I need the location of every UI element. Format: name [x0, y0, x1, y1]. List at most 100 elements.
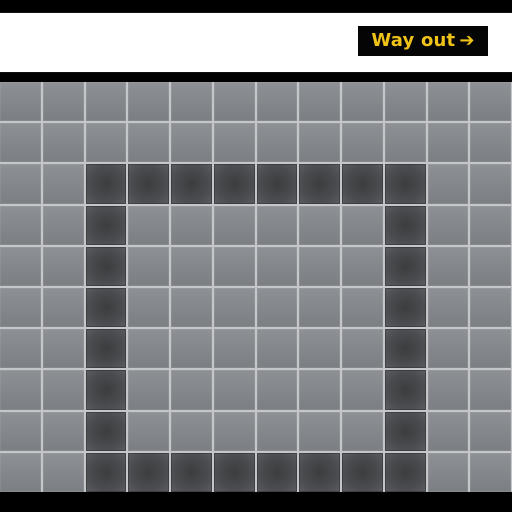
wall-tile — [42, 205, 84, 245]
wall-tile — [299, 411, 340, 451]
wall-tile — [427, 205, 469, 245]
wall-tile — [427, 329, 469, 369]
accent-tile — [384, 164, 426, 204]
accent-tile — [85, 452, 127, 492]
wall-tile — [384, 82, 426, 122]
accent-tile — [85, 288, 127, 328]
wall-tile — [470, 329, 511, 369]
wall-tile — [42, 288, 84, 328]
wall-tile — [427, 411, 469, 451]
wall-tile — [42, 329, 84, 369]
wall-tile — [213, 123, 255, 163]
wall-tile — [470, 370, 511, 410]
accent-tile — [342, 164, 383, 204]
wall-tile — [0, 205, 41, 245]
accent-tile — [299, 452, 340, 492]
wall-tile — [128, 370, 169, 410]
accent-tile — [85, 205, 127, 245]
wall-tile — [42, 246, 84, 286]
wall-tile — [427, 452, 469, 492]
wall-tile — [213, 246, 255, 286]
wall-tile — [299, 288, 340, 328]
accent-tile — [85, 164, 127, 204]
wall-tile — [256, 246, 298, 286]
wall-tile — [42, 370, 84, 410]
wall-tile — [42, 164, 84, 204]
wall-tile — [299, 370, 340, 410]
wall-tile — [427, 164, 469, 204]
wall-tile — [470, 411, 511, 451]
tile-wall — [0, 82, 512, 492]
wall-tile — [128, 82, 169, 122]
accent-tile — [384, 246, 426, 286]
wall-tile — [470, 205, 511, 245]
wall-tile — [128, 246, 169, 286]
way-out-text: Way out — [371, 30, 456, 51]
wall-tile — [128, 288, 169, 328]
tile-grid — [0, 82, 512, 492]
wall-tile — [470, 164, 511, 204]
wall-tile — [171, 370, 212, 410]
wall-tile — [128, 123, 169, 163]
wall-tile — [256, 205, 298, 245]
wall-tile — [299, 123, 340, 163]
wall-tile — [342, 82, 383, 122]
wall-tile — [128, 329, 169, 369]
wall-tile — [256, 82, 298, 122]
wall-tile — [256, 329, 298, 369]
wall-tile — [0, 123, 41, 163]
wall-tile — [213, 411, 255, 451]
wall-tile — [470, 123, 511, 163]
wall-tile — [213, 370, 255, 410]
wall-tile — [256, 411, 298, 451]
accent-tile — [256, 452, 298, 492]
wall-tile — [42, 452, 84, 492]
wall-tile — [0, 164, 41, 204]
accent-tile — [171, 452, 212, 492]
wall-tile — [256, 288, 298, 328]
accent-tile — [384, 205, 426, 245]
accent-tile — [171, 164, 212, 204]
wall-tile — [85, 123, 127, 163]
wall-tile — [0, 82, 41, 122]
wall-tile — [42, 411, 84, 451]
accent-tile — [85, 411, 127, 451]
accent-tile — [85, 329, 127, 369]
wall-tile — [128, 205, 169, 245]
accent-tile — [85, 370, 127, 410]
wall-tile — [256, 123, 298, 163]
accent-tile — [256, 164, 298, 204]
wall-tile — [0, 411, 41, 451]
wall-tile — [427, 370, 469, 410]
wall-tile — [42, 82, 84, 122]
wall-tile — [213, 329, 255, 369]
wall-tile — [299, 329, 340, 369]
way-out-sign: Way out ➔ — [358, 26, 488, 56]
wall-tile — [256, 370, 298, 410]
wall-tile — [171, 82, 212, 122]
wall-tile — [427, 82, 469, 122]
wall-tile — [342, 288, 383, 328]
wall-tile — [299, 205, 340, 245]
wall-tile — [470, 82, 511, 122]
wall-tile — [470, 452, 511, 492]
wall-tile — [299, 246, 340, 286]
wall-tile — [427, 123, 469, 163]
bottom-edge — [0, 492, 512, 512]
wall-tile — [299, 82, 340, 122]
wall-tile — [342, 205, 383, 245]
accent-tile — [384, 370, 426, 410]
accent-tile — [384, 452, 426, 492]
scene-canvas: Way out ➔ — [0, 0, 512, 512]
accent-tile — [299, 164, 340, 204]
accent-tile — [384, 329, 426, 369]
wall-tile — [171, 123, 212, 163]
wall-tile — [427, 288, 469, 328]
wall-tile — [171, 246, 212, 286]
wall-tile — [213, 205, 255, 245]
accent-tile — [128, 164, 169, 204]
wall-tile — [213, 288, 255, 328]
wall-tile — [470, 246, 511, 286]
wall-tile — [171, 329, 212, 369]
wall-tile — [85, 82, 127, 122]
